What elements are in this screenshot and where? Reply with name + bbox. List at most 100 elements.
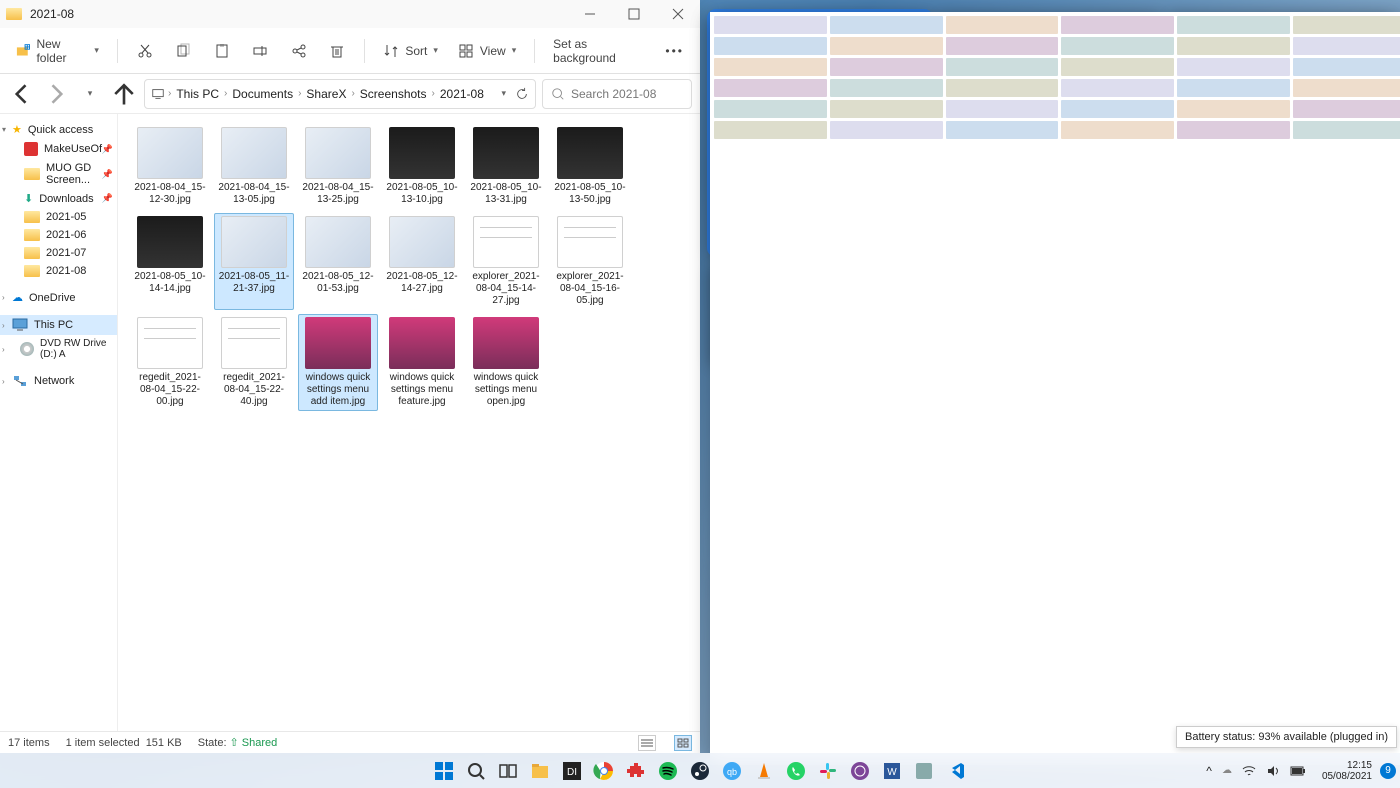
battery-icon[interactable] (1290, 765, 1306, 777)
file-item[interactable]: 2021-08-04_15-12-30.jpg (130, 124, 210, 209)
large-icons-view-button[interactable] (674, 735, 692, 751)
start-button[interactable] (430, 757, 458, 785)
breadcrumb-part[interactable]: 2021-08 (438, 86, 486, 102)
breadcrumb-part[interactable]: Documents (230, 86, 295, 102)
more-button[interactable]: ••• (657, 35, 692, 67)
rename-button[interactable] (243, 35, 277, 67)
taskbar-steam[interactable] (686, 757, 714, 785)
sidebar-item[interactable]: 2021-06 (0, 226, 117, 244)
sidebar-onedrive[interactable]: ›☁OneDrive (0, 288, 117, 307)
taskbar-qb[interactable]: qb (718, 757, 746, 785)
file-item[interactable]: regedit_2021-08-04_15-22-00.jpg (130, 314, 210, 411)
taskbar-app-di[interactable]: DI (558, 757, 586, 785)
maximize-button[interactable] (612, 0, 656, 28)
taskbar: DI qb W ^ ☁ 12:15 05/08/2021 9 (0, 753, 1400, 788)
chevron-down-icon[interactable]: ▾ (501, 88, 506, 99)
file-item[interactable]: 2021-08-04_15-13-25.jpg (298, 124, 378, 209)
refresh-icon[interactable] (515, 87, 529, 101)
taskbar-vscode[interactable] (942, 757, 970, 785)
volume-icon[interactable] (1266, 764, 1280, 778)
file-item[interactable]: 2021-08-05_12-14-27.jpg (382, 213, 462, 310)
svg-text:W: W (887, 767, 897, 778)
taskbar-tor[interactable] (846, 757, 874, 785)
file-name: 2021-08-05_10-13-50.jpg (553, 182, 627, 206)
view-button[interactable]: View ▾ (450, 35, 524, 67)
close-button[interactable] (656, 0, 700, 28)
file-name: 2021-08-05_10-14-14.jpg (133, 271, 207, 295)
up-button[interactable] (110, 80, 138, 108)
new-folder-button[interactable]: New folder ▾ (8, 35, 107, 67)
recent-button[interactable]: ▾ (76, 80, 104, 108)
tray-chevron-icon[interactable]: ^ (1206, 764, 1212, 778)
file-list-pane[interactable]: 2021-08-04_15-12-30.jpg2021-08-04_15-13-… (118, 114, 700, 731)
file-item[interactable]: 2021-08-05_11-21-37.jpg (214, 213, 294, 310)
file-item[interactable]: 2021-08-05_10-14-14.jpg (130, 213, 210, 310)
taskbar-explorer[interactable] (526, 757, 554, 785)
file-item[interactable]: 2021-08-04_15-13-05.jpg (214, 124, 294, 209)
cloud-icon: ☁ (12, 291, 23, 304)
taskbar-vlc[interactable] (750, 757, 778, 785)
search-button[interactable] (462, 757, 490, 785)
file-thumbnail (389, 127, 455, 179)
taskbar-app[interactable] (910, 757, 938, 785)
file-item[interactable]: 2021-08-05_10-13-10.jpg (382, 124, 462, 209)
taskbar-chrome[interactable] (590, 757, 618, 785)
file-item[interactable]: windows quick settings menu open.jpg (466, 314, 546, 411)
taskview-button[interactable] (494, 757, 522, 785)
sidebar-item[interactable]: MakeUseOf📌 (0, 139, 117, 159)
set-background-button[interactable]: Set as background (545, 35, 653, 67)
sort-button[interactable]: Sort ▾ (375, 35, 446, 67)
sidebar-network[interactable]: ›Network (0, 371, 117, 391)
snap-window-thumbnail[interactable]: 2021-07 (1170, 12, 1390, 254)
minimize-button[interactable] (568, 0, 612, 28)
sidebar-this-pc[interactable]: ›This PC (0, 315, 117, 335)
chevron-down-icon: ▾ (88, 88, 93, 99)
pin-icon: 📌 (102, 169, 113, 180)
chevron-right-icon: › (2, 377, 5, 386)
folder-icon (24, 265, 40, 277)
sidebar-item[interactable]: MUO GD Screen...📌 (0, 159, 117, 189)
cut-button[interactable] (128, 35, 162, 67)
breadcrumb-part[interactable]: Screenshots (358, 86, 429, 102)
delete-button[interactable] (320, 35, 354, 67)
breadcrumb-part[interactable]: ShareX (304, 86, 348, 102)
file-item[interactable]: 2021-08-05_12-01-53.jpg (298, 213, 378, 310)
paste-button[interactable] (205, 35, 239, 67)
sidebar-quick-access[interactable]: ▾★Quick access (0, 120, 117, 139)
share-button[interactable] (282, 35, 316, 67)
taskbar-clock[interactable]: 12:15 05/08/2021 (1316, 760, 1378, 782)
forward-button[interactable] (42, 80, 70, 108)
sidebar-item[interactable]: 2021-07 (0, 244, 117, 262)
sidebar-dvd[interactable]: ›DVD RW Drive (D:) A (0, 335, 117, 363)
chevron-right-icon: › (2, 345, 5, 354)
file-item[interactable]: explorer_2021-08-04_15-14-27.jpg (466, 213, 546, 310)
notification-count[interactable]: 9 (1380, 763, 1396, 779)
file-item[interactable]: windows quick settings menu add item.jpg (298, 314, 378, 411)
search-box[interactable]: Search 2021-08 (542, 79, 692, 109)
file-item[interactable]: windows quick settings menu feature.jpg (382, 314, 462, 411)
address-bar[interactable]: › This PC› Documents› ShareX› Screenshot… (144, 79, 536, 109)
status-selected: 1 item selected (66, 737, 140, 749)
breadcrumb-part[interactable]: This PC (174, 86, 221, 102)
file-item[interactable]: regedit_2021-08-04_15-22-40.jpg (214, 314, 294, 411)
file-item[interactable]: 2021-08-05_10-13-31.jpg (466, 124, 546, 209)
taskbar-whatsapp[interactable] (782, 757, 810, 785)
file-thumbnail (473, 216, 539, 268)
titlebar[interactable]: 2021-08 (0, 0, 700, 28)
copy-button[interactable] (166, 35, 200, 67)
sidebar-item[interactable]: 2021-05 (0, 208, 117, 226)
file-thumbnail (305, 317, 371, 369)
tray-onedrive-icon[interactable]: ☁ (1222, 765, 1232, 776)
sidebar-item[interactable]: 2021-08 (0, 262, 117, 280)
wifi-icon[interactable] (1242, 764, 1256, 778)
sidebar-item[interactable]: ⬇Downloads📌 (0, 189, 117, 208)
details-view-button[interactable] (638, 735, 656, 751)
file-name: windows quick settings menu open.jpg (469, 372, 543, 408)
taskbar-extension[interactable] (622, 757, 650, 785)
back-button[interactable] (8, 80, 36, 108)
taskbar-slack[interactable] (814, 757, 842, 785)
file-item[interactable]: 2021-08-05_10-13-50.jpg (550, 124, 630, 209)
taskbar-word[interactable]: W (878, 757, 906, 785)
taskbar-spotify[interactable] (654, 757, 682, 785)
file-item[interactable]: explorer_2021-08-04_15-16-05.jpg (550, 213, 630, 310)
